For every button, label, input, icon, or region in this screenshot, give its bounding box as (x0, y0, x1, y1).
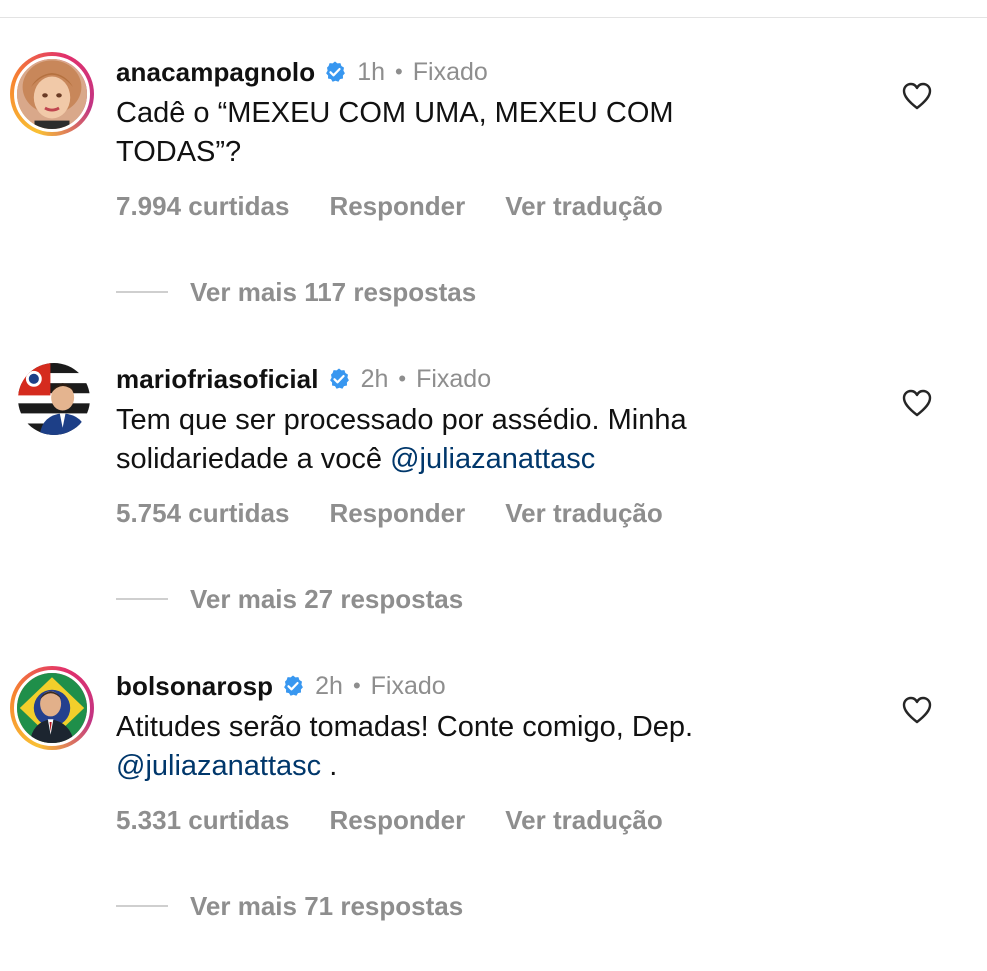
replies-divider (116, 291, 168, 293)
view-replies-label: Ver mais 117 respostas (190, 276, 477, 307)
comment-actions: 5.331 curtidas Responder Ver tradução (116, 800, 663, 840)
mention-link[interactable]: @juliazanattasc (390, 443, 595, 475)
comment-text-segment: solidariedade a você (116, 443, 391, 475)
comment-actions: 5.754 curtidas Responder Ver tradução (116, 493, 663, 533)
avatar[interactable] (14, 359, 94, 439)
translate-button[interactable]: Ver tradução (505, 805, 663, 836)
comment-text-segment: . (321, 750, 338, 782)
comment-header: bolsonarosp 2h • Fixado (116, 666, 446, 706)
comment-text: Cadê o “MEXEU COM UMA, MEXEU COM TODAS”? (116, 94, 836, 172)
likes-count[interactable]: 5.331 curtidas (116, 805, 289, 836)
comment-header: anacampagnolo 1h • Fixado (116, 52, 488, 92)
translate-button[interactable]: Ver tradução (505, 191, 663, 222)
avatar-woman-icon (14, 56, 90, 132)
separator-dot: • (395, 59, 403, 84)
replies-divider (116, 905, 168, 907)
comment-text-line: Atitudes serão tomadas! Conte comigo, De… (116, 711, 694, 743)
pinned-label: Fixado (416, 364, 492, 393)
separator-dot: • (398, 366, 407, 391)
avatar[interactable] (10, 52, 94, 136)
username-link[interactable]: mariofriasoficial (116, 364, 319, 395)
avatar-man-suit-icon (14, 670, 90, 746)
verified-badge-icon (281, 674, 305, 698)
reply-button[interactable]: Responder (329, 191, 465, 222)
replies-divider (116, 598, 168, 600)
reply-button[interactable]: Responder (329, 805, 465, 836)
mention-link[interactable]: @juliazanattasc (116, 750, 321, 782)
comment-text-line: TODAS”? (116, 136, 242, 168)
comment-time: 2h (315, 671, 343, 700)
comment-text: Tem que ser processado por assédio. Minh… (116, 401, 836, 479)
reply-button[interactable]: Responder (329, 498, 465, 529)
comment-text: Atitudes serão tomadas! Conte comigo, De… (116, 708, 836, 786)
avatar[interactable] (10, 666, 94, 750)
likes-count[interactable]: 5.754 curtidas (116, 498, 289, 529)
verified-badge-icon (323, 60, 347, 84)
verified-badge-icon (327, 367, 351, 391)
comment-item: mariofriasoficial 2h • Fixado Tem que se… (0, 359, 987, 659)
pinned-label: Fixado (370, 671, 446, 700)
comment-actions: 7.994 curtidas Responder Ver tradução (116, 186, 663, 226)
like-heart-icon[interactable] (902, 82, 932, 110)
like-heart-icon[interactable] (902, 389, 932, 417)
view-replies-label: Ver mais 71 respostas (190, 890, 464, 921)
comment-time: 1h (357, 57, 386, 86)
likes-count[interactable]: 7.994 curtidas (116, 191, 289, 222)
username-link[interactable]: bolsonarosp (116, 671, 273, 702)
view-replies-button[interactable]: Ver mais 71 respostas (116, 886, 463, 926)
comment-item: anacampagnolo 1h • Fixado Cadê o “MEXEU … (0, 52, 987, 352)
comment-header: mariofriasoficial 2h • Fixado (116, 359, 491, 399)
comment-text-line: Tem que ser processado por assédio. Minh… (116, 404, 687, 436)
comment-text-line: solidariedade a você @juliazanattasc (116, 440, 836, 479)
username-link[interactable]: anacampagnolo (116, 57, 315, 88)
avatar-man-flag-icon (16, 361, 92, 437)
pinned-label: Fixado (412, 57, 488, 86)
comment-time: 2h (360, 364, 389, 393)
comment-item: bolsonarosp 2h • Fixado Atitudes serão t… (0, 666, 987, 966)
top-divider (0, 17, 987, 18)
separator-dot: • (352, 673, 361, 698)
view-replies-button[interactable]: Ver mais 27 respostas (116, 579, 463, 619)
comment-text-line: @juliazanattasc . (116, 747, 836, 786)
view-replies-button[interactable]: Ver mais 117 respostas (116, 272, 476, 312)
like-heart-icon[interactable] (902, 696, 932, 724)
comment-text-line: Cadê o “MEXEU COM UMA, MEXEU COM (116, 97, 674, 129)
view-replies-label: Ver mais 27 respostas (190, 583, 464, 614)
translate-button[interactable]: Ver tradução (505, 498, 663, 529)
